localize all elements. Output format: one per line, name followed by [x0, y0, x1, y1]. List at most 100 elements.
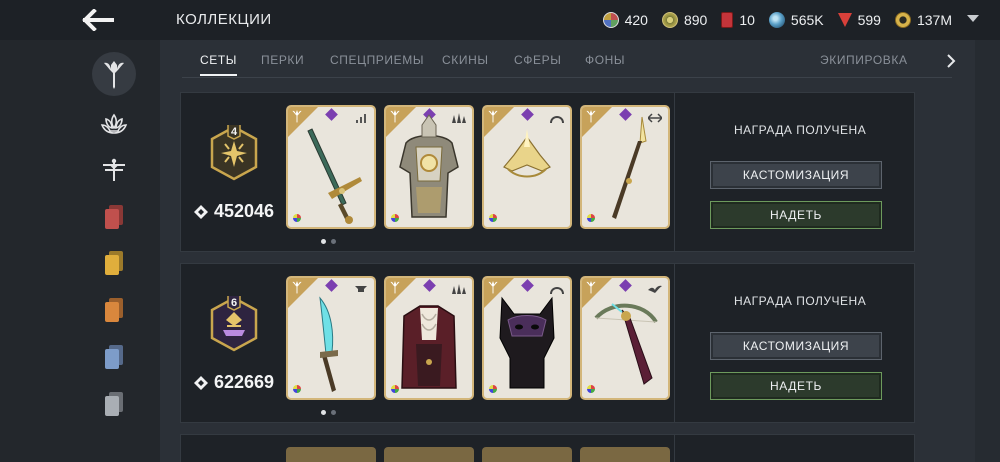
set-score: 452046 — [193, 201, 274, 222]
sidebar-item-dragonfly[interactable] — [92, 148, 136, 192]
currency-gold[interactable]: 137M — [894, 12, 952, 28]
item-card[interactable] — [482, 276, 572, 400]
pager-dot[interactable] — [331, 410, 336, 415]
set-score: 622669 — [193, 372, 274, 393]
sidebar-item-grey-cards[interactable] — [92, 382, 136, 426]
row-divider — [674, 93, 675, 251]
item-card[interactable] — [286, 105, 376, 229]
currency-red-gems[interactable]: 10 — [721, 12, 755, 28]
multicolor-orb-icon — [602, 12, 619, 28]
element-icon — [391, 214, 399, 222]
element-icon — [489, 385, 497, 393]
sword-icon — [307, 128, 362, 224]
sidebar-item-orange-cards[interactable] — [92, 288, 136, 332]
element-icon — [489, 214, 497, 222]
sidebar-item-lotus[interactable] — [92, 102, 136, 146]
red-gem-icon — [721, 12, 734, 28]
item-card[interactable] — [286, 276, 376, 400]
item-card[interactable] — [580, 447, 670, 462]
sidebar — [0, 40, 160, 462]
element-icon — [293, 214, 301, 222]
orange-cards-icon — [105, 298, 123, 322]
currency-value: 137M — [916, 12, 952, 28]
collections-panel: СЕТЫ ПЕРКИ СПЕЦПРИЕМЫ СКИНЫ СФЕРЫ ФОНЫ Э… — [160, 40, 975, 462]
sword-emblem-icon — [104, 61, 124, 89]
tab-perks[interactable]: ПЕРКИ — [261, 52, 304, 76]
item-card[interactable] — [482, 447, 572, 462]
row-divider — [674, 435, 675, 462]
set-cards — [286, 276, 671, 400]
red-cards-icon — [105, 205, 123, 229]
equip-button[interactable]: НАДЕТЬ — [710, 372, 882, 400]
tab-spheres[interactable]: СФЕРЫ — [514, 52, 561, 76]
set-cards — [286, 105, 671, 229]
power-gem-icon — [194, 204, 208, 219]
armor-icon — [399, 114, 459, 218]
currency-value: 10 — [739, 12, 755, 28]
item-card[interactable] — [384, 447, 474, 462]
currency-sun-tokens[interactable]: 890 — [661, 12, 708, 28]
arrow-left-icon — [82, 9, 114, 31]
wolf-mask-icon — [499, 296, 555, 389]
set-level-badge: 4 — [209, 123, 259, 181]
dragonfly-icon — [103, 158, 125, 181]
currency-rubies[interactable]: 599 — [837, 12, 881, 28]
tabs-next-button[interactable] — [946, 54, 956, 73]
pager-dot-active[interactable] — [321, 239, 326, 244]
item-card[interactable] — [580, 276, 670, 400]
yellow-cards-icon — [105, 251, 123, 275]
element-icon — [293, 385, 301, 393]
tab-special-moves[interactable]: СПЕЦПРИЕМЫ — [330, 52, 424, 76]
item-card[interactable] — [286, 447, 376, 462]
tab-equipment[interactable]: ЭКИПИРОВКА — [820, 52, 908, 76]
set-row: 6 622669 НАГРАДА ПОЛУЧЕНА КАСТОМИЗАЦИЯ Н… — [180, 263, 915, 423]
currency-value: 890 — [683, 12, 708, 28]
item-card[interactable] — [580, 105, 670, 229]
pager-dot[interactable] — [331, 239, 336, 244]
currency-bar: 420 890 10 565K 599 137M — [602, 0, 952, 40]
reward-status: НАГРАДА ПОЛУЧЕНА — [734, 123, 867, 137]
tab-bar: СЕТЫ ПЕРКИ СПЕЦПРИЕМЫ СКИНЫ СФЕРЫ ФОНЫ Э… — [182, 52, 956, 78]
blue-cards-icon — [105, 345, 123, 369]
item-card[interactable] — [384, 105, 474, 229]
set-score-value: 452046 — [214, 201, 275, 221]
item-card[interactable] — [482, 105, 572, 229]
card-pager — [321, 239, 336, 244]
back-button[interactable] — [80, 6, 116, 34]
tab-skins[interactable]: СКИНЫ — [442, 52, 489, 76]
sidebar-item-red-cards[interactable] — [92, 195, 136, 239]
top-bar: КОЛЛЕКЦИИ 420 890 10 565K 599 137M — [0, 0, 1000, 40]
ruby-icon — [837, 13, 852, 27]
sun-token-icon — [661, 12, 678, 28]
customize-button[interactable]: КАСТОМИЗАЦИЯ — [710, 161, 882, 189]
sidebar-item-yellow-cards[interactable] — [92, 241, 136, 285]
currency-orbs[interactable]: 420 — [602, 12, 648, 28]
reward-status: НАГРАДА ПОЛУЧЕНА — [734, 294, 867, 308]
menu-dropdown[interactable] — [966, 11, 982, 27]
card-pager — [321, 410, 336, 415]
currency-value: 420 — [624, 12, 648, 28]
set-score-value: 622669 — [214, 372, 275, 392]
swirl-icon — [768, 12, 785, 28]
element-icon — [587, 214, 595, 222]
element-icon — [587, 385, 595, 393]
pager-dot-active[interactable] — [321, 410, 326, 415]
sidebar-item-sets[interactable] — [92, 52, 136, 96]
lotus-icon — [100, 113, 128, 134]
tab-backgrounds[interactable]: ФОНЫ — [585, 52, 625, 76]
set-level-badge: 6 — [209, 294, 259, 352]
set-level: 4 — [230, 126, 238, 138]
chevron-right-icon — [947, 54, 956, 68]
tab-sets[interactable]: СЕТЫ — [200, 52, 238, 76]
currency-swirl[interactable]: 565K — [768, 12, 824, 28]
blade-icon — [319, 296, 338, 392]
customize-button[interactable]: КАСТОМИЗАЦИЯ — [710, 332, 882, 360]
element-icon — [391, 385, 399, 393]
sidebar-item-blue-cards[interactable] — [92, 335, 136, 379]
item-card[interactable] — [384, 276, 474, 400]
set-level: 6 — [230, 297, 238, 309]
gold-coin-icon — [894, 12, 911, 28]
crossbow-icon — [594, 303, 658, 385]
equip-button[interactable]: НАДЕТЬ — [710, 201, 882, 229]
caret-down-icon — [967, 15, 979, 22]
